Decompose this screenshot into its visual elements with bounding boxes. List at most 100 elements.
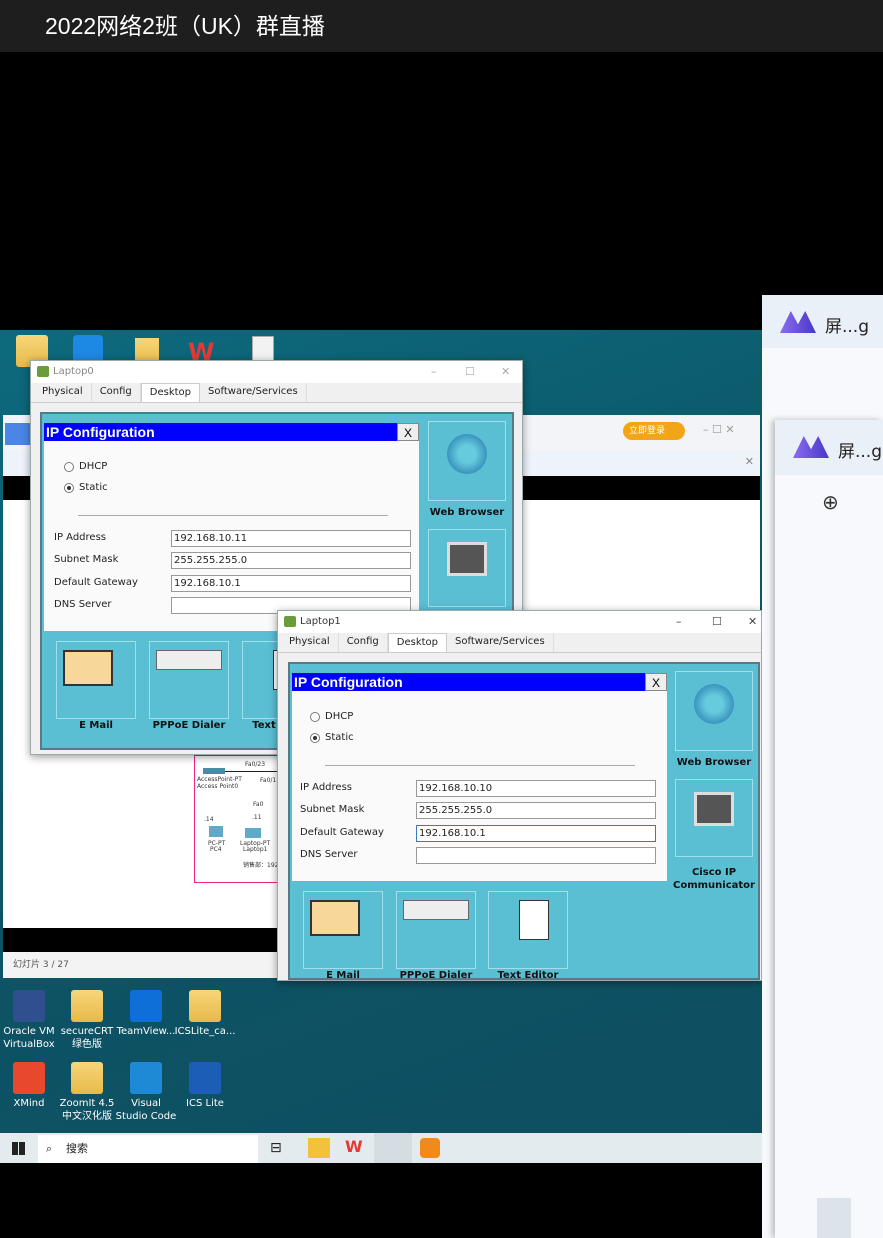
window-title: Laptop0 [53, 366, 94, 377]
packet-tracer-taskbar-icon[interactable] [374, 1133, 412, 1163]
access-point-icon [203, 768, 225, 774]
tab-desktop[interactable]: Desktop [140, 383, 201, 402]
tab-config[interactable]: Config [339, 633, 388, 652]
tab-software-services[interactable]: Software/Services [447, 633, 554, 652]
viewer-tab[interactable]: 屏...g [775, 420, 883, 475]
app-logo-icon [780, 311, 816, 333]
close-button[interactable]: ✕ [748, 611, 757, 633]
cisco-ip-communicator-label: Cisco IP Communicator [673, 867, 755, 891]
static-radio[interactable]: Static [310, 732, 354, 743]
globe-icon [694, 684, 734, 724]
tab-physical[interactable]: Physical [34, 383, 92, 402]
text-editor-app[interactable] [488, 891, 568, 969]
ip-config-title: IP Configuration [294, 674, 403, 690]
file-explorer-icon[interactable] [308, 1138, 330, 1158]
pppoe-label: PPPoE Dialer [152, 720, 226, 731]
search-box[interactable]: ⌕ 搜索 [38, 1135, 258, 1163]
cisco-ip-communicator-app[interactable] [428, 529, 506, 607]
viewer-tab[interactable]: 屏...g [762, 295, 883, 348]
folder-icon [71, 1062, 103, 1094]
tab-software-services[interactable]: Software/Services [200, 383, 307, 402]
envelope-icon [310, 900, 360, 936]
task-view-icon[interactable]: ⊟ [270, 1140, 282, 1156]
monitor-headset-icon [447, 542, 487, 576]
dns-server-label: DNS Server [300, 849, 358, 860]
web-browser-app[interactable] [675, 671, 753, 751]
modem-icon [156, 650, 222, 670]
cisco-ip-communicator-app[interactable] [675, 779, 753, 857]
virtualbox-icon [13, 990, 45, 1022]
wps-taskbar-icon[interactable]: W [345, 1137, 363, 1156]
taskbar: ⌕ 搜索 ⊟ W [0, 1133, 775, 1163]
default-gateway-input[interactable]: 192.168.10.1 [416, 825, 656, 842]
web-browser-label: Web Browser [676, 757, 752, 768]
email-label: E Mail [326, 970, 360, 981]
ip-configuration-panel: IP Configuration X DHCP Static IP Address… [44, 423, 419, 631]
ip-address-label: IP Address [300, 782, 352, 793]
search-icon: ⌕ [46, 1142, 53, 1155]
tab-config[interactable]: Config [92, 383, 141, 402]
document-pencil-icon [519, 900, 549, 940]
image-viewer-window: 屏...g ⊕ [775, 420, 883, 1238]
close-button[interactable]: ✕ [501, 361, 510, 383]
tab-physical[interactable]: Physical [281, 633, 339, 652]
default-gateway-label: Default Gateway [54, 577, 138, 588]
packet-tracer-icon [37, 366, 49, 377]
pppoe-dialer-app[interactable] [149, 641, 229, 719]
globe-icon [447, 434, 487, 474]
xmind-icon [13, 1062, 45, 1094]
ip-address-input[interactable]: 192.168.10.11 [171, 530, 411, 547]
desktop-panel: IP Configuration X DHCP Static IP Address… [288, 662, 760, 981]
recorder-taskbar-icon[interactable] [420, 1138, 440, 1158]
desktop-icon-icslite-folder[interactable]: ICSLite_ca... [170, 990, 240, 1038]
pppoe-dialer-app[interactable] [396, 891, 476, 969]
close-button[interactable]: X [397, 423, 419, 441]
desktop-icon-icslite[interactable]: ICS Lite [170, 1062, 240, 1110]
teamviewer-icon [130, 990, 162, 1022]
window-controls[interactable]: – ☐ ✕ [703, 423, 735, 436]
app-logo-icon [793, 436, 829, 458]
ics-icon [189, 1062, 221, 1094]
minimize-button[interactable]: – [431, 361, 437, 383]
close-button[interactable]: X [645, 673, 667, 691]
maximize-button[interactable]: ☐ [465, 361, 475, 383]
envelope-icon [63, 650, 113, 686]
default-gateway-label: Default Gateway [300, 827, 384, 838]
home-tab[interactable] [5, 423, 31, 445]
web-browser-label: Web Browser [429, 507, 505, 518]
zoom-in-icon[interactable]: ⊕ [822, 490, 839, 514]
maximize-button[interactable]: ☐ [712, 611, 722, 633]
minimize-button[interactable]: – [676, 611, 682, 633]
ip-configuration-panel: IP Configuration X DHCP Static IP Address… [292, 673, 667, 881]
ip-address-label: IP Address [54, 532, 106, 543]
dhcp-radio[interactable]: DHCP [64, 461, 107, 472]
folder-icon [189, 990, 221, 1022]
laptop-icon [245, 828, 261, 838]
windows-start-icon[interactable] [12, 1142, 25, 1155]
window-title: Laptop1 [300, 616, 341, 627]
vscode-icon [130, 1062, 162, 1094]
ip-config-title: IP Configuration [46, 424, 155, 440]
laptop1-window: Laptop1 – ☐ ✕ Physical Config Desktop Soft… [277, 610, 762, 981]
subnet-mask-input[interactable]: 255.255.255.0 [171, 552, 411, 569]
email-app[interactable] [303, 891, 383, 969]
subnet-mask-input[interactable]: 255.255.255.0 [416, 802, 656, 819]
modem-icon [403, 900, 469, 920]
tab-desktop[interactable]: Desktop [387, 633, 448, 652]
ip-address-input[interactable]: 192.168.10.10 [416, 780, 656, 797]
email-app[interactable] [56, 641, 136, 719]
dhcp-radio[interactable]: DHCP [310, 711, 353, 722]
login-button[interactable]: 立即登录 [623, 422, 685, 440]
static-radio[interactable]: Static [64, 482, 108, 493]
close-icon[interactable]: ✕ [745, 455, 754, 468]
dns-server-input[interactable] [416, 847, 656, 864]
web-browser-app[interactable] [428, 421, 506, 501]
text-editor-label: Text Editor [497, 970, 559, 981]
packet-tracer-icon [284, 616, 296, 627]
pppoe-label: PPPoE Dialer [399, 970, 473, 981]
thumbnail[interactable] [817, 1198, 851, 1238]
subnet-mask-label: Subnet Mask [54, 554, 119, 565]
default-gateway-input[interactable]: 192.168.10.1 [171, 575, 411, 592]
pc-icon [209, 826, 223, 837]
monitor-headset-icon [694, 792, 734, 826]
